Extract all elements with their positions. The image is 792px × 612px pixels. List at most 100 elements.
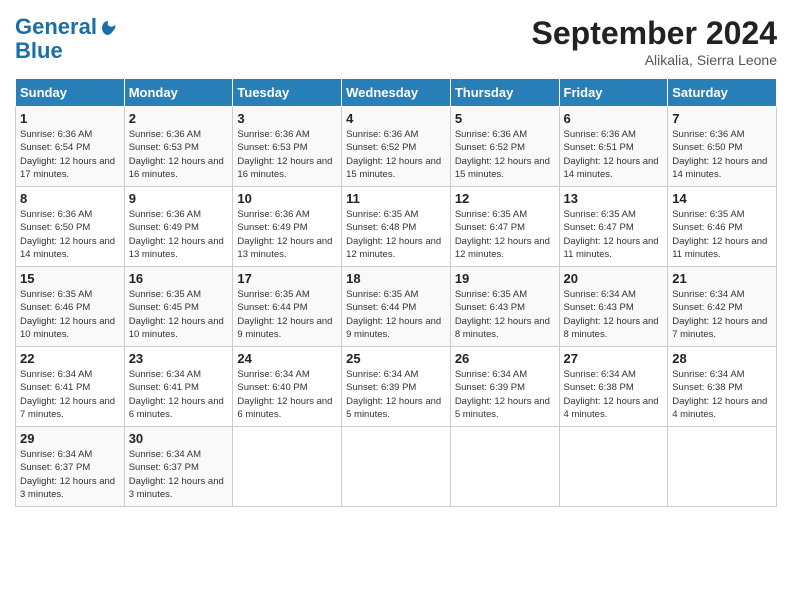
day-info: Sunrise: 6:35 AM Sunset: 6:46 PM Dayligh… [672, 208, 772, 261]
page-header: General Blue September 2024 Alikalia, Si… [15, 15, 777, 68]
table-row: 9 Sunrise: 6:36 AM Sunset: 6:49 PM Daylig… [124, 187, 233, 267]
day-number: 12 [455, 191, 555, 206]
day-info: Sunrise: 6:36 AM Sunset: 6:51 PM Dayligh… [564, 128, 664, 181]
day-info: Sunrise: 6:34 AM Sunset: 6:37 PM Dayligh… [20, 448, 120, 501]
day-info: Sunrise: 6:35 AM Sunset: 6:45 PM Dayligh… [129, 288, 229, 341]
day-info: Sunrise: 6:34 AM Sunset: 6:41 PM Dayligh… [129, 368, 229, 421]
day-info: Sunrise: 6:36 AM Sunset: 6:50 PM Dayligh… [20, 208, 120, 261]
table-row: 6 Sunrise: 6:36 AM Sunset: 6:51 PM Daylig… [559, 107, 668, 187]
day-number: 17 [237, 271, 337, 286]
table-row: 28 Sunrise: 6:34 AM Sunset: 6:38 PM Dayli… [668, 347, 777, 427]
day-info: Sunrise: 6:34 AM Sunset: 6:42 PM Dayligh… [672, 288, 772, 341]
day-info: Sunrise: 6:35 AM Sunset: 6:44 PM Dayligh… [237, 288, 337, 341]
day-number: 30 [129, 431, 229, 446]
day-number: 29 [20, 431, 120, 446]
day-number: 28 [672, 351, 772, 366]
month-title: September 2024 [532, 15, 777, 52]
day-info: Sunrise: 6:35 AM Sunset: 6:44 PM Dayligh… [346, 288, 446, 341]
table-row: 13 Sunrise: 6:35 AM Sunset: 6:47 PM Dayli… [559, 187, 668, 267]
table-row: 12Sunrise: 6:35 AM Sunset: 6:47 PM Dayli… [450, 187, 559, 267]
table-row: 14 Sunrise: 6:35 AM Sunset: 6:46 PM Dayli… [668, 187, 777, 267]
table-row: 11 Sunrise: 6:35 AM Sunset: 6:48 PM Dayli… [342, 187, 451, 267]
day-info: Sunrise: 6:36 AM Sunset: 6:50 PM Dayligh… [672, 128, 772, 181]
calendar-table: Sunday Monday Tuesday Wednesday Thursday… [15, 78, 777, 507]
table-row [342, 427, 451, 507]
table-row: 23 Sunrise: 6:34 AM Sunset: 6:41 PM Dayli… [124, 347, 233, 427]
table-row [233, 427, 342, 507]
day-info: Sunrise: 6:34 AM Sunset: 6:38 PM Dayligh… [672, 368, 772, 421]
day-info: Sunrise: 6:36 AM Sunset: 6:52 PM Dayligh… [346, 128, 446, 181]
table-row: 3 Sunrise: 6:36 AM Sunset: 6:53 PM Daylig… [233, 107, 342, 187]
day-number: 2 [129, 111, 229, 126]
day-number: 16 [129, 271, 229, 286]
table-row: 18 Sunrise: 6:35 AM Sunset: 6:44 PM Dayli… [342, 267, 451, 347]
table-row: 30 Sunrise: 6:34 AM Sunset: 6:37 PM Dayli… [124, 427, 233, 507]
day-info: Sunrise: 6:34 AM Sunset: 6:43 PM Dayligh… [564, 288, 664, 341]
table-row: 25 Sunrise: 6:34 AM Sunset: 6:39 PM Dayli… [342, 347, 451, 427]
day-number: 23 [129, 351, 229, 366]
day-number: 7 [672, 111, 772, 126]
day-number: 27 [564, 351, 664, 366]
day-info: Sunrise: 6:35 AM Sunset: 6:48 PM Dayligh… [346, 208, 446, 261]
day-number: 14 [672, 191, 772, 206]
day-number: 11 [346, 191, 446, 206]
table-row: 4 Sunrise: 6:36 AM Sunset: 6:52 PM Daylig… [342, 107, 451, 187]
day-number: 9 [129, 191, 229, 206]
day-info: Sunrise: 6:36 AM Sunset: 6:49 PM Dayligh… [237, 208, 337, 261]
table-row [450, 427, 559, 507]
day-number: 24 [237, 351, 337, 366]
col-saturday: Saturday [668, 79, 777, 107]
day-number: 13 [564, 191, 664, 206]
table-row: 26Sunrise: 6:34 AM Sunset: 6:39 PM Dayli… [450, 347, 559, 427]
table-row: 24 Sunrise: 6:34 AM Sunset: 6:40 PM Dayli… [233, 347, 342, 427]
day-number: 25 [346, 351, 446, 366]
day-number: 19 [455, 271, 555, 286]
table-row: 27 Sunrise: 6:34 AM Sunset: 6:38 PM Dayli… [559, 347, 668, 427]
day-number: 15 [20, 271, 120, 286]
table-row: 15 Sunrise: 6:35 AM Sunset: 6:46 PM Dayli… [16, 267, 125, 347]
logo-text-general: General [15, 14, 97, 39]
col-friday: Friday [559, 79, 668, 107]
table-row [668, 427, 777, 507]
table-row: 10 Sunrise: 6:36 AM Sunset: 6:49 PM Dayli… [233, 187, 342, 267]
table-row: 20 Sunrise: 6:34 AM Sunset: 6:43 PM Dayli… [559, 267, 668, 347]
day-info: Sunrise: 6:36 AM Sunset: 6:53 PM Dayligh… [237, 128, 337, 181]
day-info: Sunrise: 6:36 AM Sunset: 6:53 PM Dayligh… [129, 128, 229, 181]
day-info: Sunrise: 6:36 AM Sunset: 6:54 PM Dayligh… [20, 128, 120, 181]
day-number: 1 [20, 111, 120, 126]
day-info: Sunrise: 6:34 AM Sunset: 6:38 PM Dayligh… [564, 368, 664, 421]
day-info: Sunrise: 6:36 AM Sunset: 6:49 PM Dayligh… [129, 208, 229, 261]
day-number: 5 [455, 111, 555, 126]
day-info: Sunrise: 6:36 AM Sunset: 6:52 PM Dayligh… [455, 128, 555, 181]
logo: General Blue [15, 15, 117, 63]
table-row: 16 Sunrise: 6:35 AM Sunset: 6:45 PM Dayli… [124, 267, 233, 347]
table-row: 1 Sunrise: 6:36 AM Sunset: 6:54 PM Daylig… [16, 107, 125, 187]
table-row: 19 Sunrise: 6:35 AM Sunset: 6:43 PM Dayli… [450, 267, 559, 347]
day-info: Sunrise: 6:34 AM Sunset: 6:41 PM Dayligh… [20, 368, 120, 421]
table-row: 21Sunrise: 6:34 AM Sunset: 6:42 PM Dayli… [668, 267, 777, 347]
day-info: Sunrise: 6:35 AM Sunset: 6:43 PM Dayligh… [455, 288, 555, 341]
day-info: Sunrise: 6:34 AM Sunset: 6:39 PM Dayligh… [346, 368, 446, 421]
day-number: 20 [564, 271, 664, 286]
day-number: 8 [20, 191, 120, 206]
day-number: 4 [346, 111, 446, 126]
day-number: 10 [237, 191, 337, 206]
logo-bird-icon [99, 19, 117, 37]
day-number: 22 [20, 351, 120, 366]
table-row: 7 Sunrise: 6:36 AM Sunset: 6:50 PM Daylig… [668, 107, 777, 187]
col-thursday: Thursday [450, 79, 559, 107]
day-info: Sunrise: 6:34 AM Sunset: 6:37 PM Dayligh… [129, 448, 229, 501]
day-info: Sunrise: 6:35 AM Sunset: 6:47 PM Dayligh… [564, 208, 664, 261]
col-sunday: Sunday [16, 79, 125, 107]
day-info: Sunrise: 6:34 AM Sunset: 6:40 PM Dayligh… [237, 368, 337, 421]
day-number: 3 [237, 111, 337, 126]
day-number: 18 [346, 271, 446, 286]
table-row: 5 Sunrise: 6:36 AM Sunset: 6:52 PM Daylig… [450, 107, 559, 187]
table-row: 2 Sunrise: 6:36 AM Sunset: 6:53 PM Daylig… [124, 107, 233, 187]
col-wednesday: Wednesday [342, 79, 451, 107]
table-row: 22 Sunrise: 6:34 AM Sunset: 6:41 PM Dayli… [16, 347, 125, 427]
day-number: 6 [564, 111, 664, 126]
calendar-header-row: Sunday Monday Tuesday Wednesday Thursday… [16, 79, 777, 107]
day-info: Sunrise: 6:35 AM Sunset: 6:46 PM Dayligh… [20, 288, 120, 341]
logo-text-blue: Blue [15, 39, 117, 63]
